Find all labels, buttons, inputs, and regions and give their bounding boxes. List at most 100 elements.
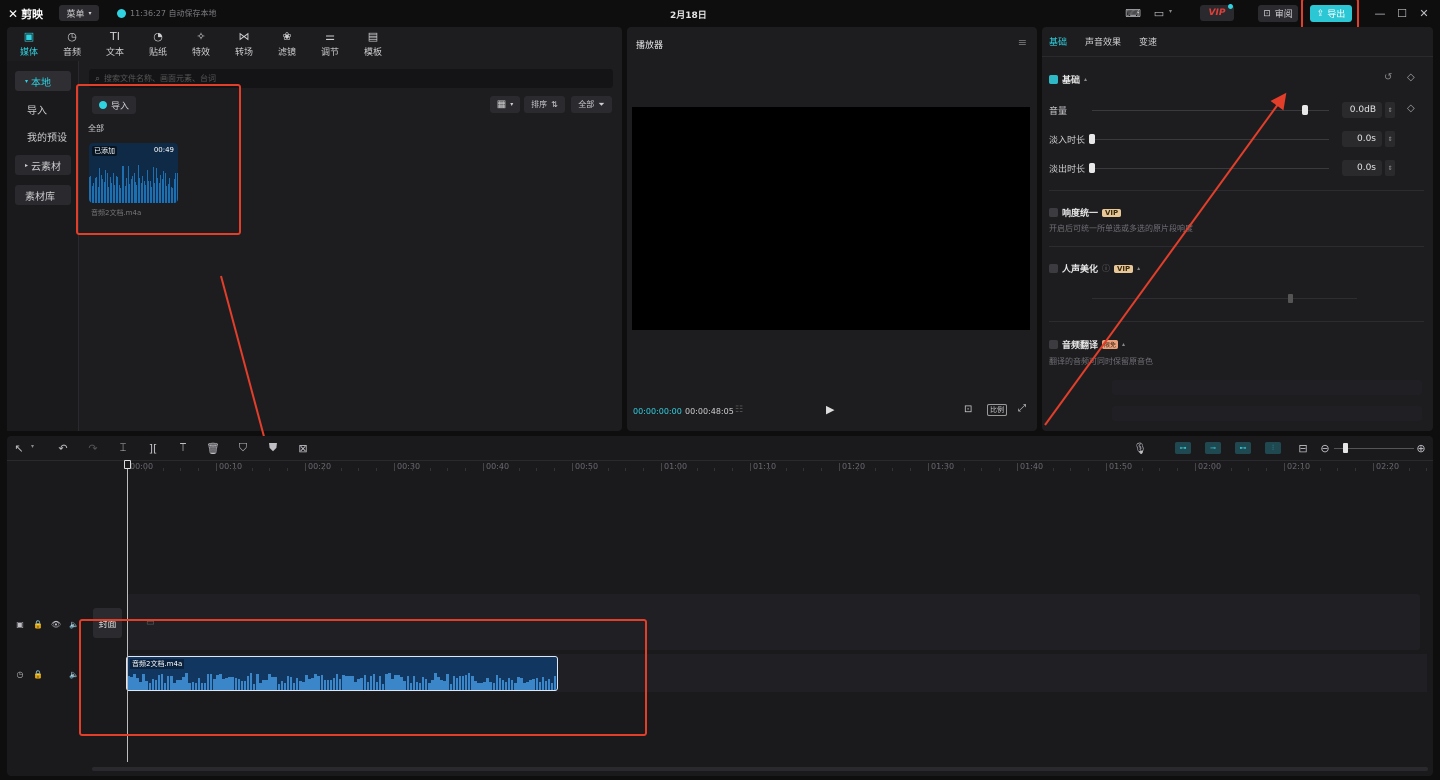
- ruler-tick-line: [1284, 463, 1285, 471]
- main-track-magnet-icon[interactable]: ⊶: [1175, 442, 1191, 454]
- keyboard-icon[interactable]: ⌨: [1125, 6, 1141, 20]
- zoom-in-icon[interactable]: ⊕: [1414, 441, 1428, 455]
- select-cursor-icon[interactable]: ↖: [12, 441, 26, 455]
- eye-icon[interactable]: 👁: [49, 617, 63, 631]
- fadein-stepper[interactable]: ⇕: [1385, 131, 1395, 147]
- voice-beauty-slider[interactable]: [1092, 298, 1357, 299]
- volume-slider[interactable]: [1092, 110, 1329, 111]
- undo-icon[interactable]: ↶: [56, 441, 70, 455]
- tab-text[interactable]: TI 文本: [95, 27, 135, 61]
- tab-effects[interactable]: ✧ 特效: [181, 27, 221, 61]
- split-right-icon[interactable]: ⟙: [176, 441, 190, 455]
- volume-keyframe-icon[interactable]: ◇: [1407, 103, 1415, 114]
- ruler-tick-label: 02:00: [1198, 462, 1222, 471]
- fullscreen-icon[interactable]: ⤢: [1018, 403, 1026, 414]
- sidebar-item-library[interactable]: 素材库: [15, 185, 71, 205]
- sort-button[interactable]: 排序 ⇅: [524, 96, 565, 113]
- timeline-ruler[interactable]: 00:00 00:10 00:20 00:30 00:40 00:50 01:00 01:10…: [127, 460, 1428, 476]
- basic-section-header[interactable]: 基础 ▴: [1049, 73, 1087, 86]
- info-icon[interactable]: ⓘ: [1102, 263, 1110, 274]
- sidebar-item-presets[interactable]: 我的预设: [17, 126, 77, 146]
- fadeout-slider[interactable]: [1092, 168, 1329, 169]
- zoom-out-icon[interactable]: ⊖: [1318, 441, 1332, 455]
- volume-stepper[interactable]: ⇕: [1385, 102, 1395, 118]
- waveform-toggle-icon[interactable]: ☷: [735, 405, 743, 415]
- auto-snap-icon[interactable]: ⊸: [1205, 442, 1221, 454]
- translate-target-select[interactable]: [1112, 406, 1422, 421]
- maximize-icon[interactable]: ☐: [1395, 6, 1409, 20]
- mark-icon[interactable]: ⛉: [236, 441, 250, 455]
- view-mode-button[interactable]: ▦ ▾: [490, 96, 520, 113]
- prop-tab-0[interactable]: 基础: [1049, 35, 1067, 48]
- sidebar-item-cloud[interactable]: ▸ 云素材: [15, 155, 71, 175]
- close-icon[interactable]: ✕: [1417, 6, 1431, 20]
- tab-filter[interactable]: ❀ 滤镜: [267, 27, 307, 61]
- checkbox-loudness[interactable]: [1049, 208, 1058, 217]
- tab-media[interactable]: ▣ 媒体: [9, 27, 49, 61]
- fadein-input[interactable]: 0.0s: [1342, 131, 1382, 147]
- prop-tab-1[interactable]: 声音效果: [1085, 35, 1121, 48]
- voice-beauty-handle[interactable]: [1288, 294, 1293, 303]
- caption-icon[interactable]: ⊟: [1296, 441, 1310, 455]
- play-icon[interactable]: ▶: [826, 403, 834, 416]
- ruler-minor-tick: [607, 468, 609, 471]
- chevron-down-icon[interactable]: ▾: [1169, 8, 1172, 15]
- tab-sticker[interactable]: ◔ 贴纸: [138, 27, 178, 61]
- prop-tab-2[interactable]: 变速: [1139, 35, 1157, 48]
- checkbox-basic[interactable]: [1049, 75, 1058, 84]
- menu-button[interactable]: 菜单 ▾: [59, 5, 99, 21]
- transition-icon: ⋈: [238, 30, 250, 43]
- tab-transition[interactable]: ⋈ 转场: [224, 27, 264, 61]
- delete-icon[interactable]: 🗑: [206, 441, 220, 455]
- volume-input[interactable]: 0.0dB: [1342, 102, 1382, 118]
- tab-template[interactable]: ▤ 模板: [353, 27, 393, 61]
- split-left-icon[interactable]: ][: [146, 441, 160, 455]
- loudness-toggle[interactable]: 响度统一 VIP: [1049, 206, 1122, 219]
- preview-axis-icon[interactable]: ⫶: [1265, 442, 1281, 454]
- shield-icon[interactable]: ⛊: [266, 441, 280, 455]
- loudness-description: 开启后可统一所单选或多选的原片段响度: [1049, 224, 1193, 233]
- ruler-minor-tick: [411, 468, 413, 471]
- sidebar-item-import[interactable]: 导入: [17, 99, 73, 119]
- hamburger-icon[interactable]: ≡: [1018, 36, 1027, 49]
- track-video-icon[interactable]: ▣: [13, 617, 27, 631]
- lock-icon[interactable]: 🔒: [31, 617, 45, 631]
- fadeout-stepper[interactable]: ⇕: [1385, 160, 1395, 176]
- layout-icon[interactable]: ▭: [1152, 6, 1166, 20]
- fit-icon[interactable]: ⊡: [964, 404, 972, 415]
- filter-button[interactable]: 全部 ⏷: [571, 96, 612, 113]
- fadein-slider-handle[interactable]: [1089, 134, 1095, 144]
- fadeout-label: 淡出时长: [1049, 165, 1086, 175]
- ratio-button[interactable]: 比例: [987, 404, 1007, 416]
- track-audio-icon[interactable]: ◷: [13, 667, 27, 681]
- microphone-icon[interactable]: 🎙: [1133, 441, 1147, 455]
- translate-source-select[interactable]: [1112, 380, 1422, 395]
- linkage-icon[interactable]: ⊷: [1235, 442, 1251, 454]
- fadein-slider[interactable]: [1092, 139, 1329, 140]
- translate-toggle[interactable]: 音频翻译 限免 ▴: [1049, 338, 1125, 351]
- keyframe-icon[interactable]: ◇: [1407, 72, 1415, 83]
- tab-audio[interactable]: ◷ 音频: [52, 27, 92, 61]
- lock-icon[interactable]: 🔒: [31, 667, 45, 681]
- ruler-tick-line: [394, 463, 395, 471]
- checkbox-translate[interactable]: [1049, 340, 1058, 349]
- redo-icon[interactable]: ↷: [86, 441, 100, 455]
- volume-slider-handle[interactable]: [1302, 105, 1309, 115]
- tab-label: 音频: [62, 48, 81, 58]
- ruler-minor-tick: [963, 468, 965, 471]
- chevron-down-icon[interactable]: ▾: [31, 443, 34, 450]
- fadeout-slider-handle[interactable]: [1089, 163, 1095, 173]
- minimize-icon[interactable]: —: [1373, 6, 1387, 20]
- checkbox-voice-beauty[interactable]: [1049, 264, 1058, 273]
- split-icon[interactable]: ⌶: [116, 441, 130, 455]
- timeline-scrollbar[interactable]: [92, 767, 1428, 771]
- fadeout-input[interactable]: 0.0s: [1342, 160, 1382, 176]
- tab-adjust[interactable]: ⚌ 调节: [310, 27, 350, 61]
- zoom-slider-handle[interactable]: [1343, 443, 1348, 453]
- sidebar-item-local[interactable]: ▾ 本地: [15, 71, 71, 91]
- review-button[interactable]: ⊡ 审阅: [1258, 5, 1298, 22]
- playhead-handle[interactable]: [124, 460, 131, 469]
- voice-beauty-toggle[interactable]: 人声美化 ⓘ VIP ▴: [1049, 262, 1140, 275]
- reset-icon[interactable]: ↺: [1384, 72, 1392, 83]
- crop-icon[interactable]: ⊠: [296, 441, 310, 455]
